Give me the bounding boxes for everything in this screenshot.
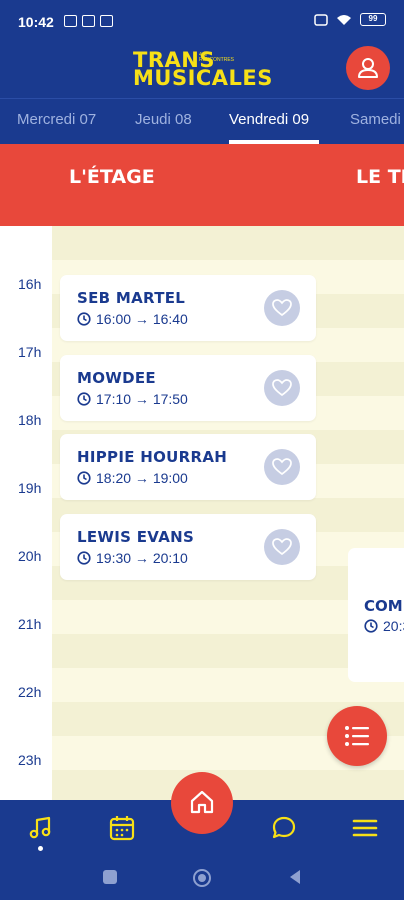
heart-icon bbox=[272, 299, 292, 317]
event-card-second-stage[interactable]: COMMANDO 20:30 bbox=[348, 548, 404, 682]
event-times: 19:30 → 20:10 bbox=[96, 550, 188, 566]
calendar-icon bbox=[109, 816, 135, 841]
logo-small-text: 44e RENCONTRES bbox=[199, 52, 235, 63]
app-notification-icon bbox=[82, 15, 95, 27]
event-name: HIPPIE HOURRAH bbox=[77, 448, 228, 466]
tab-mercredi[interactable]: Mercredi 07 bbox=[17, 111, 96, 128]
hamburger-menu-icon bbox=[352, 819, 378, 837]
hour-label: 21h bbox=[18, 616, 42, 632]
event-card[interactable]: SEB MARTEL 16:00 → 16:40 bbox=[60, 275, 316, 341]
app-header: TRANS 44e RENCONTRES MUSICALES bbox=[0, 44, 404, 98]
wifi-icon bbox=[337, 14, 351, 25]
nav-messages[interactable] bbox=[270, 814, 298, 842]
hour-label: 22h bbox=[18, 684, 42, 700]
clock-icon bbox=[77, 471, 91, 485]
hour-label: 16h bbox=[18, 276, 42, 292]
event-times: 18:20 → 19:00 bbox=[96, 470, 188, 486]
settings-notification-icon bbox=[64, 15, 77, 27]
recents-icon[interactable] bbox=[101, 868, 119, 886]
notification-icons bbox=[64, 15, 113, 27]
back-icon[interactable] bbox=[286, 868, 304, 886]
event-card[interactable]: MOWDEE 17:10 → 17:50 bbox=[60, 355, 316, 421]
hour-label: 23h bbox=[18, 752, 42, 768]
event-time: 19:30 → 20:10 bbox=[77, 550, 188, 566]
event-card[interactable]: HIPPIE HOURRAH 18:20 → 19:00 bbox=[60, 434, 316, 500]
event-times: 20:30 bbox=[383, 618, 404, 634]
event-time: 16:00 → 16:40 bbox=[77, 311, 188, 327]
festival-logo[interactable]: TRANS 44e RENCONTRES MUSICALES bbox=[133, 48, 273, 90]
time-band bbox=[52, 226, 404, 260]
event-name: COMMANDO bbox=[364, 597, 404, 615]
favorite-button[interactable] bbox=[264, 529, 300, 565]
status-bar: 10:42 99 bbox=[0, 0, 404, 44]
heart-icon bbox=[272, 458, 292, 476]
heart-icon bbox=[272, 379, 292, 397]
hour-label: 19h bbox=[18, 480, 42, 496]
status-time: 10:42 bbox=[18, 14, 54, 30]
favorite-button[interactable] bbox=[264, 290, 300, 326]
event-time: 20:30 bbox=[364, 618, 404, 634]
day-tabs: Mercredi 07 Jeudi 08 Vendredi 09 Samedi … bbox=[0, 98, 404, 144]
chat-bubble-icon bbox=[272, 816, 296, 839]
tab-samedi[interactable]: Samedi 10 bbox=[350, 111, 404, 128]
event-time: 17:10 → 17:50 bbox=[77, 391, 188, 407]
clock-icon bbox=[364, 619, 378, 633]
event-name: SEB MARTEL bbox=[77, 289, 186, 307]
event-time: 18:20 → 19:00 bbox=[77, 470, 188, 486]
stage-header: L'ÉTAGE LE TRIANGLE bbox=[0, 144, 404, 226]
tab-jeudi[interactable]: Jeudi 08 bbox=[135, 111, 192, 128]
clock-icon bbox=[77, 392, 91, 406]
music-note-icon bbox=[29, 816, 51, 839]
home-button[interactable] bbox=[171, 772, 233, 834]
system-navigation bbox=[0, 856, 404, 900]
stage-le-triangle: LE TRIANGLE bbox=[356, 166, 404, 188]
system-icons: 99 bbox=[314, 13, 386, 26]
list-icon bbox=[345, 726, 369, 746]
sim-icon bbox=[314, 13, 328, 26]
bottom-navigation bbox=[0, 772, 404, 856]
event-name: LEWIS EVANS bbox=[77, 528, 195, 546]
nav-artists[interactable] bbox=[27, 814, 55, 842]
clock-icon bbox=[77, 551, 91, 565]
home-icon bbox=[190, 790, 214, 814]
user-icon bbox=[358, 58, 378, 78]
home-system-icon[interactable] bbox=[192, 868, 212, 888]
nav-menu[interactable] bbox=[351, 814, 379, 842]
list-view-button[interactable] bbox=[327, 706, 387, 766]
event-card[interactable]: LEWIS EVANS 19:30 → 20:10 bbox=[60, 514, 316, 580]
event-name: MOWDEE bbox=[77, 369, 156, 387]
battery-icon: 99 bbox=[360, 13, 386, 26]
heart-icon bbox=[272, 538, 292, 556]
message-notification-icon bbox=[100, 15, 113, 27]
event-times: 17:10 → 17:50 bbox=[96, 391, 188, 407]
hour-label: 18h bbox=[18, 412, 42, 428]
schedule-grid[interactable]: 16h 17h 18h 19h 20h 21h 22h 23h SEB MART… bbox=[0, 226, 404, 800]
profile-button[interactable] bbox=[346, 46, 390, 90]
favorite-button[interactable] bbox=[264, 370, 300, 406]
tab-vendredi[interactable]: Vendredi 09 bbox=[229, 111, 309, 128]
clock-icon bbox=[77, 312, 91, 326]
hour-label: 20h bbox=[18, 548, 42, 564]
hour-label: 17h bbox=[18, 344, 42, 360]
time-column: 16h 17h 18h 19h 20h 21h 22h 23h bbox=[0, 226, 52, 800]
logo-line-2: MUSICALES bbox=[133, 66, 273, 90]
nav-schedule[interactable] bbox=[108, 814, 136, 842]
event-times: 16:00 → 16:40 bbox=[96, 311, 188, 327]
favorite-button[interactable] bbox=[264, 449, 300, 485]
stage-letage: L'ÉTAGE bbox=[69, 166, 155, 188]
active-nav-indicator bbox=[38, 846, 43, 851]
